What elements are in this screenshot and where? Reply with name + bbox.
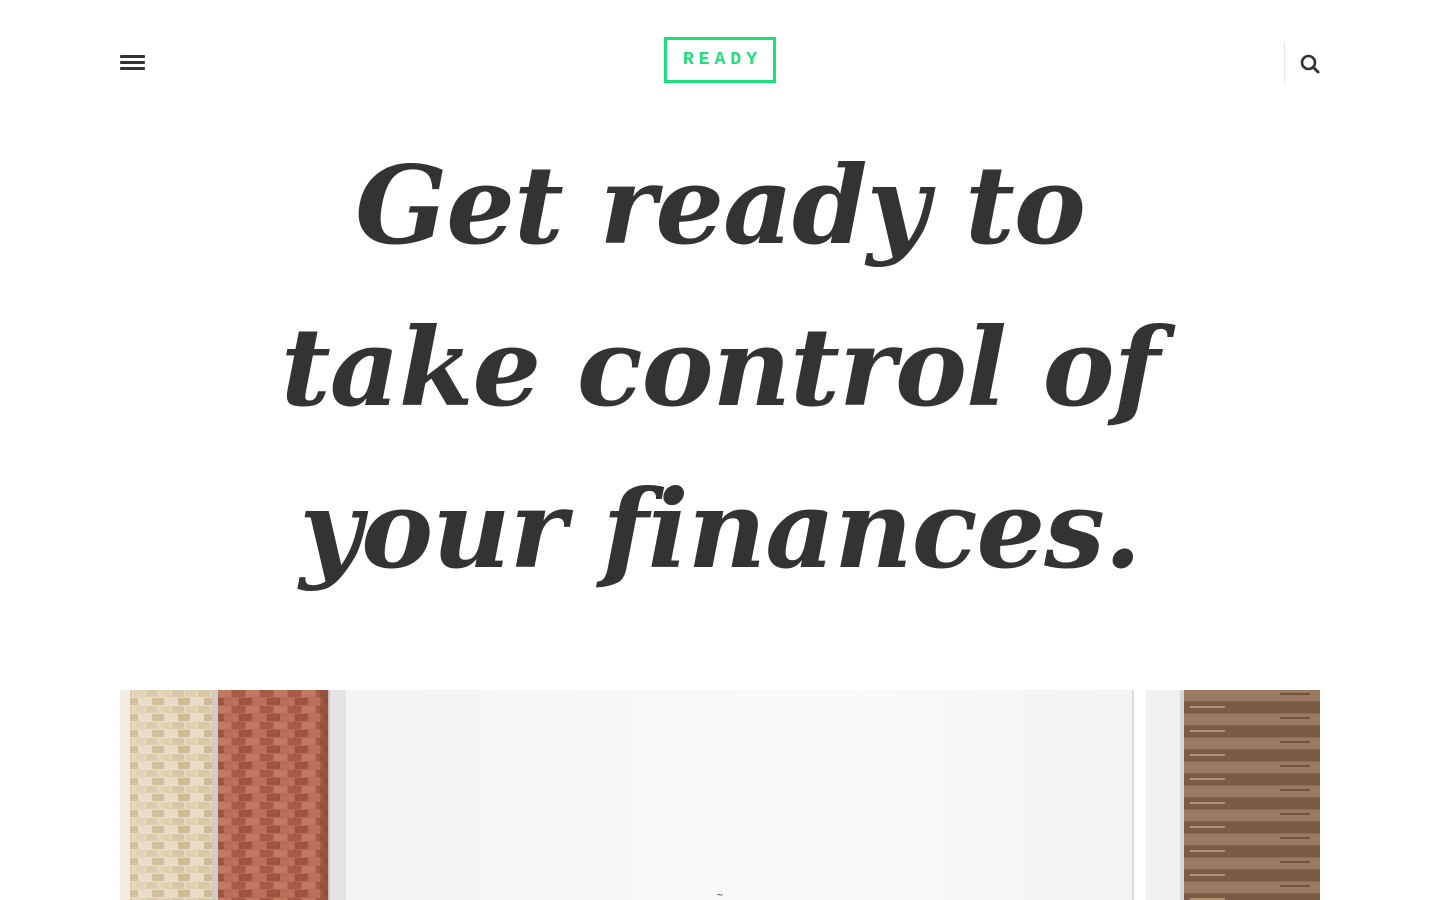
svg-text:~: ~: [716, 890, 724, 900]
site-header: READY: [0, 0, 1440, 125]
hamburger-menu-icon[interactable]: [120, 52, 146, 74]
site-logo[interactable]: READY: [664, 37, 776, 83]
header-divider: [1284, 42, 1285, 84]
hero-photo: ~: [120, 690, 1320, 900]
logo-text: READY: [682, 50, 762, 70]
search-icon[interactable]: [1298, 52, 1322, 76]
hero-title: Get ready to take control of your financ…: [280, 143, 1160, 593]
